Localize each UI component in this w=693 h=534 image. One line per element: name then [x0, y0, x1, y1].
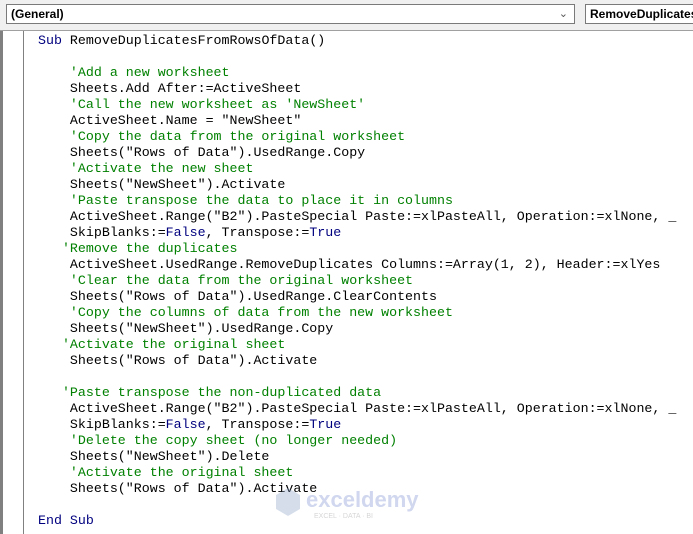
code-line[interactable]: 'Activate the new sheet — [38, 161, 676, 177]
code-token: Sheets.Add After:=ActiveSheet — [38, 81, 302, 96]
code-line[interactable]: Sheets("Rows of Data").UsedRange.Copy — [38, 145, 676, 161]
code-line[interactable]: 'Clear the data from the original worksh… — [38, 273, 676, 289]
comment-token: 'Call the new worksheet as 'NewSheet' — [38, 97, 366, 112]
code-token: Sheets("Rows of Data").UsedRange.ClearCo… — [38, 289, 437, 304]
code-line[interactable]: 'Copy the data from the original workshe… — [38, 129, 676, 145]
keyword-token: False — [165, 225, 206, 240]
code-token: Sheets("Rows of Data").UsedRange.Copy — [38, 145, 366, 160]
svg-text:exceldemy: exceldemy — [306, 487, 419, 512]
code-window-toolbar: (General) ⌄ RemoveDuplicatesFromRowsOfDat… — [0, 0, 693, 31]
code-editor[interactable]: Sub RemoveDuplicatesFromRowsOfData() 'Ad… — [0, 31, 693, 534]
code-line[interactable] — [38, 49, 676, 65]
comment-token: 'Activate the original sheet — [38, 337, 286, 352]
keyword-token: True — [309, 417, 342, 432]
code-line[interactable]: SkipBlanks:=False, Transpose:=True — [38, 225, 676, 241]
code-token: SkipBlanks:= — [38, 417, 166, 432]
code-line[interactable]: SkipBlanks:=False, Transpose:=True — [38, 417, 676, 433]
comment-token: 'Activate the new sheet — [38, 161, 254, 176]
code-line[interactable] — [38, 369, 676, 385]
keyword-token: False — [165, 417, 206, 432]
code-line[interactable]: 'Activate the original sheet — [38, 465, 676, 481]
keyword-token: End Sub — [38, 513, 94, 528]
comment-token: 'Delete the copy sheet (no longer needed… — [38, 433, 398, 448]
comment-token: 'Remove the duplicates — [38, 241, 238, 256]
code-text[interactable]: Sub RemoveDuplicatesFromRowsOfData() 'Ad… — [38, 33, 676, 529]
code-line[interactable]: 'Activate the original sheet — [38, 337, 676, 353]
code-token: Sheets("Rows of Data").Activate — [38, 353, 318, 368]
code-token: Sheets("NewSheet").Activate — [38, 177, 286, 192]
code-line[interactable]: 'Delete the copy sheet (no longer needed… — [38, 433, 676, 449]
code-token: RemoveDuplicatesFromRowsOfData() — [61, 33, 326, 48]
code-line[interactable]: Sheets("Rows of Data").UsedRange.ClearCo… — [38, 289, 676, 305]
code-line[interactable]: ActiveSheet.Name = "NewSheet" — [38, 113, 676, 129]
code-line[interactable]: Sheets("NewSheet").UsedRange.Copy — [38, 321, 676, 337]
code-line[interactable]: 'Call the new worksheet as 'NewSheet' — [38, 97, 676, 113]
procedure-dropdown-value: RemoveDuplicatesFromRowsOfData — [590, 7, 693, 21]
code-token: ActiveSheet.Range("B2").PasteSpecial Pas… — [38, 209, 677, 224]
procedure-dropdown[interactable]: RemoveDuplicatesFromRowsOfData — [585, 4, 693, 24]
object-dropdown[interactable]: (General) ⌄ — [6, 4, 575, 24]
code-line[interactable]: ActiveSheet.Range("B2").PasteSpecial Pas… — [38, 401, 676, 417]
keyword-token: True — [309, 225, 342, 240]
comment-token: 'Activate the original sheet — [38, 465, 294, 480]
code-line[interactable]: 'Remove the duplicates — [38, 241, 676, 257]
code-token: Sheets("NewSheet").Delete — [38, 449, 270, 464]
code-line[interactable]: Sheets("NewSheet").Activate — [38, 177, 676, 193]
code-line[interactable]: 'Paste transpose the non-duplicated data — [38, 385, 676, 401]
code-line[interactable]: 'Add a new worksheet — [38, 65, 676, 81]
code-line[interactable]: Sub RemoveDuplicatesFromRowsOfData() — [38, 33, 676, 49]
code-line[interactable]: Sheets("Rows of Data").Activate — [38, 353, 676, 369]
svg-text:EXCEL · DATA · BI: EXCEL · DATA · BI — [314, 513, 373, 520]
object-dropdown-value: (General) — [11, 7, 64, 21]
code-token: ActiveSheet.UsedRange.RemoveDuplicates C… — [38, 257, 661, 272]
chevron-down-icon[interactable]: ⌄ — [559, 5, 568, 23]
exceldemy-watermark: exceldemy EXCEL · DATA · BI — [274, 486, 424, 527]
code-token: ActiveSheet.Range("B2").PasteSpecial Pas… — [38, 401, 677, 416]
comment-token: 'Add a new worksheet — [38, 65, 230, 80]
code-token: SkipBlanks:= — [38, 225, 166, 240]
comment-token: 'Clear the data from the original worksh… — [38, 273, 414, 288]
code-line[interactable]: Sheets.Add After:=ActiveSheet — [38, 81, 676, 97]
exceldemy-logo-icon: exceldemy EXCEL · DATA · BI — [276, 487, 419, 520]
comment-token: 'Copy the columns of data from the new w… — [38, 305, 453, 320]
code-line[interactable]: ActiveSheet.Range("B2").PasteSpecial Pas… — [38, 209, 676, 225]
keyword-token: Sub — [38, 33, 62, 48]
comment-token: 'Paste transpose the non-duplicated data — [38, 385, 382, 400]
comment-token: 'Copy the data from the original workshe… — [38, 129, 406, 144]
code-token: ActiveSheet.Name = "NewSheet" — [38, 113, 302, 128]
code-line[interactable]: 'Copy the columns of data from the new w… — [38, 305, 676, 321]
margin-indicator-bar[interactable] — [3, 31, 24, 534]
code-line[interactable]: 'Paste transpose the data to place it in… — [38, 193, 676, 209]
code-token: , Transpose:= — [205, 417, 310, 432]
code-line[interactable]: ActiveSheet.UsedRange.RemoveDuplicates C… — [38, 257, 676, 273]
code-line[interactable]: Sheets("NewSheet").Delete — [38, 449, 676, 465]
code-token: Sheets("NewSheet").UsedRange.Copy — [38, 321, 334, 336]
comment-token: 'Paste transpose the data to place it in… — [38, 193, 453, 208]
code-token: , Transpose:= — [205, 225, 310, 240]
